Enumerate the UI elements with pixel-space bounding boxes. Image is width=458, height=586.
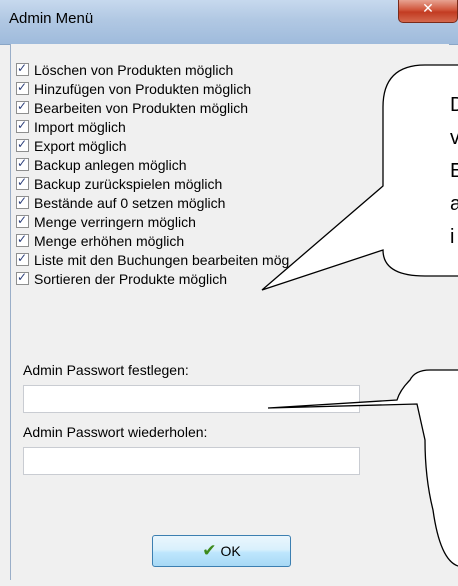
callout-bubble-top — [261, 64, 458, 291]
callout-line: v — [450, 127, 458, 149]
callout-line: i — [450, 226, 455, 248]
callout-line: a — [450, 193, 458, 215]
callout-bubble-bottom — [267, 369, 458, 567]
callout-line: D — [450, 94, 458, 116]
admin-menu-window: Admin Menü ✕ Löschen von Produkten mögli… — [0, 0, 458, 586]
callout-overlay — [261, 64, 458, 567]
callout-line: E — [450, 160, 458, 182]
callout-text: D v E a i — [450, 89, 458, 254]
